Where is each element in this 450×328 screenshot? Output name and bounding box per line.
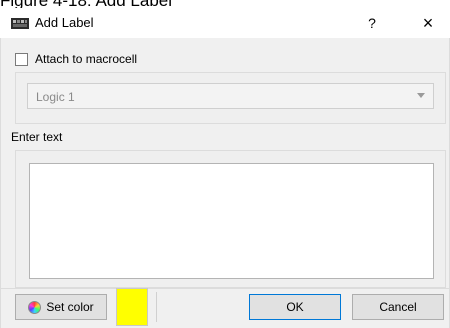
help-button[interactable]: ?: [362, 13, 382, 33]
dialog-body: Attach to macrocell Logic 1 Enter text S…: [0, 38, 450, 328]
macrocell-combo-value: Logic 1: [36, 90, 75, 104]
set-color-label: Set color: [46, 300, 94, 314]
attach-label: Attach to macrocell: [35, 52, 138, 66]
attach-checkbox[interactable]: [15, 52, 28, 66]
text-group: [15, 150, 446, 288]
macrocell-combo[interactable]: Logic 1: [27, 83, 434, 109]
figure-caption: Figure 4-18: Add Label: [0, 0, 450, 8]
separator: [156, 292, 157, 322]
close-button[interactable]: ×: [418, 13, 438, 33]
divider: [1, 288, 450, 289]
window-title: Add Label: [35, 15, 94, 30]
ok-button[interactable]: OK: [249, 294, 341, 320]
macrocell-group: Logic 1: [15, 72, 446, 124]
color-swatch[interactable]: [116, 288, 148, 326]
chevron-down-icon: [417, 93, 425, 98]
enter-text-label: Enter text: [11, 130, 63, 144]
cancel-button[interactable]: Cancel: [352, 294, 444, 320]
attach-row[interactable]: Attach to macrocell: [15, 51, 137, 67]
app-icon: [11, 18, 29, 29]
set-color-button[interactable]: Set color: [15, 294, 107, 320]
label-text-input[interactable]: [29, 163, 434, 279]
color-wheel-icon: [28, 300, 42, 314]
title-bar: Add Label ? ×: [0, 8, 450, 38]
